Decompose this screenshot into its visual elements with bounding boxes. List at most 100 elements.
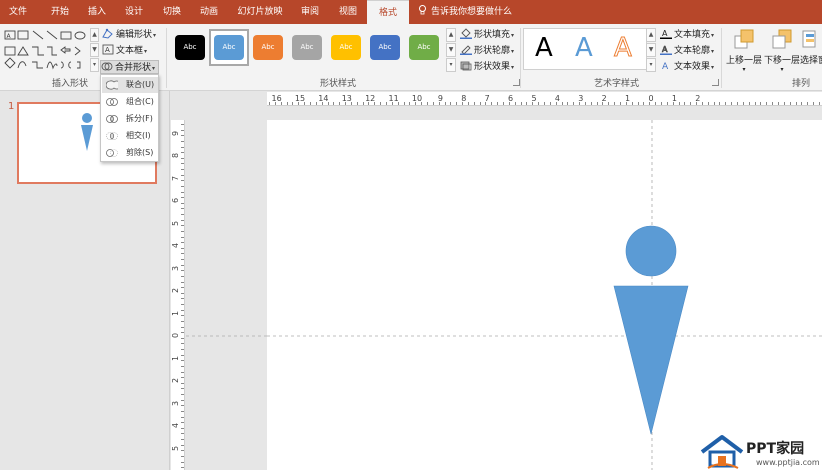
ruler-tick [181, 382, 184, 384]
tab-transitions[interactable]: 切换 [154, 0, 190, 24]
shapes-scroll-up[interactable]: ▲ [90, 28, 99, 42]
wordart-more[interactable]: ▾ [646, 58, 656, 72]
text-fill-button[interactable]: A 文本填充▾ [660, 28, 714, 42]
send-backward-button[interactable]: 下移一层 ▾ [763, 28, 801, 73]
style-swatch-2[interactable]: Abc [253, 35, 283, 60]
watermark-title: PPT家园 [746, 441, 805, 457]
ruler-tick [386, 102, 387, 105]
edit-shape-button[interactable]: 编辑形状▾ [102, 28, 156, 42]
ruler-tick [526, 102, 528, 105]
style-swatch-0[interactable]: Abc [175, 35, 205, 60]
ruler-tick [391, 102, 393, 105]
shapes-gallery-icons: A [4, 30, 86, 70]
bring-forward-button[interactable]: 上移一层 ▾ [725, 28, 763, 73]
svg-text:A: A [105, 46, 110, 54]
shapes-more[interactable]: ▾ [90, 58, 99, 72]
ruler-tick [783, 102, 785, 105]
ruler-tick [602, 102, 604, 105]
shape-fill-button[interactable]: 形状填充▾ [460, 28, 514, 42]
style-swatch-1[interactable]: Abc [214, 35, 244, 60]
shape-effects-button[interactable]: 形状效果▾ [460, 60, 514, 74]
text-outline-button[interactable]: A 文本轮廓▾ [660, 44, 714, 58]
style-swatch-3[interactable]: Abc [292, 35, 322, 60]
ruler-tick [462, 102, 464, 105]
ruler-tick [655, 102, 657, 105]
ruler-label: 1 [171, 355, 181, 361]
menu-item-union[interactable]: 联合(U) [102, 77, 158, 93]
svg-text:A: A [662, 45, 668, 54]
shape-styles-group-label: 形状样式 [320, 79, 357, 89]
styles-scroll-up[interactable]: ▲ [446, 28, 456, 42]
styles-scroll-down[interactable]: ▼ [446, 43, 456, 57]
wordart-style-orange-outline[interactable]: A [614, 33, 633, 64]
merge-shapes-button[interactable]: 合并形状▾ [100, 60, 160, 74]
shape-outline-button[interactable]: 形状轮廓▾ [460, 44, 514, 58]
tell-me-box[interactable]: 告诉我你想要做什么 [418, 0, 512, 24]
ruler-tick [181, 365, 184, 367]
style-swatch-6[interactable]: Abc [409, 35, 439, 60]
shapes-scroll-down[interactable]: ▼ [90, 43, 99, 57]
menu-item-subtract[interactable]: 剪除(S) [102, 145, 158, 161]
wordart-scroll-down[interactable]: ▼ [646, 43, 656, 57]
send-backward-icon [772, 29, 792, 49]
shape-styles-launcher[interactable] [513, 79, 520, 86]
tab-insert[interactable]: 插入 [78, 0, 116, 24]
wordart-scroll-up[interactable]: ▲ [646, 28, 656, 42]
ruler-tick [181, 304, 184, 305]
shape-effects-label: 形状效果 [474, 62, 511, 72]
menu-item-combine[interactable]: 组合(C) [102, 94, 158, 110]
text-effects-button[interactable]: A 文本效果▾ [660, 60, 714, 74]
style-swatch-4[interactable]: Abc [331, 35, 361, 60]
tab-animations[interactable]: 动画 [190, 0, 228, 24]
lightbulb-icon [419, 5, 426, 15]
send-backward-label: 下移一层 [763, 56, 800, 66]
tab-view[interactable]: 视图 [330, 0, 366, 24]
text-box-button[interactable]: A 文本框▾ [102, 44, 147, 58]
text-box-label: 文本框 [116, 46, 144, 56]
ruler-tick [807, 102, 809, 105]
merge-shapes-menu: 联合(U) 组合(C) 拆分(F) 相交(I) 剪除(S) [100, 74, 159, 162]
selection-pane-button[interactable]: 选择窗 [800, 28, 822, 66]
tab-slideshow[interactable]: 幻灯片放映 [232, 0, 288, 24]
slide-canvas[interactable] [267, 120, 822, 470]
ruler-tick [181, 388, 184, 390]
ruler-tick [181, 146, 184, 148]
ruler-tick [438, 102, 440, 105]
group-divider [520, 28, 521, 88]
ruler-tick [725, 102, 727, 105]
ruler-label: 5 [171, 220, 181, 226]
tab-format[interactable]: 格式 [367, 0, 409, 24]
caret-icon: ▾ [511, 48, 515, 55]
group-divider [721, 28, 722, 88]
menu-item-fragment[interactable]: 拆分(F) [102, 111, 158, 127]
wordart-style-blue[interactable]: A [575, 33, 593, 63]
menu-item-intersect[interactable]: 相交(I) [102, 128, 158, 144]
pptjia-watermark: PPT家园 www.pptjia.com [696, 432, 822, 470]
circle-shape[interactable] [625, 225, 677, 277]
ruler-tick [713, 102, 715, 105]
styles-more[interactable]: ▾ [446, 58, 456, 72]
ruler-tick [181, 292, 184, 294]
shapes-gallery[interactable]: A [3, 28, 91, 74]
ruler-tick [573, 102, 575, 105]
slide-editing-area [186, 107, 822, 470]
ruler-tick [421, 102, 423, 105]
ruler-tick [772, 102, 774, 105]
tab-design[interactable]: 设计 [116, 0, 152, 24]
ruler-tick [280, 102, 282, 105]
ruler-tick [339, 102, 341, 105]
tab-review[interactable]: 审阅 [292, 0, 328, 24]
tab-file[interactable]: 文件 [0, 0, 36, 24]
wordart-style-black[interactable]: A [535, 33, 553, 63]
ruler-tick [181, 455, 184, 457]
insert-shapes-group-label: 插入形状 [52, 79, 89, 89]
triangle-shape[interactable] [613, 285, 689, 435]
ruler-tick [181, 422, 184, 424]
wordart-launcher[interactable] [712, 79, 719, 86]
wordart-gallery[interactable]: A A A [523, 28, 647, 70]
ruler-tick [368, 102, 370, 105]
tab-home[interactable]: 开始 [40, 0, 80, 24]
style-swatch-5[interactable]: Abc [370, 35, 400, 60]
combine-icon [106, 98, 118, 106]
ruler-tick [766, 102, 768, 105]
